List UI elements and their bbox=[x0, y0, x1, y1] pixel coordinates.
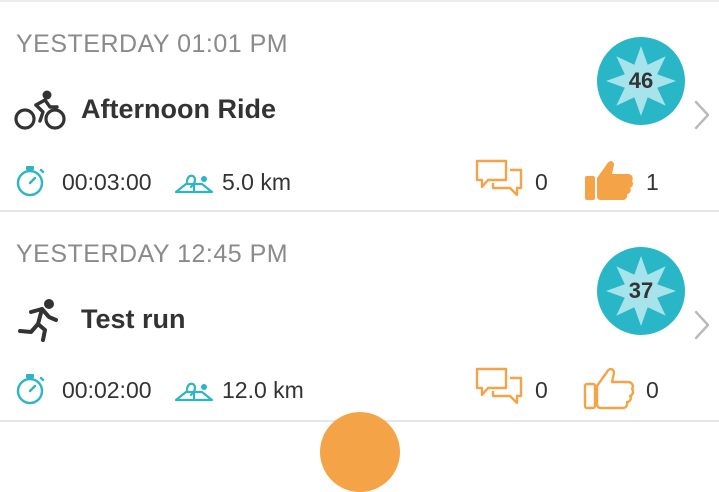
activity-card[interactable]: YESTERDAY 01:01 PM Afternoon Ride 46 00:… bbox=[0, 2, 719, 212]
distance-value: 12.0 km bbox=[222, 377, 304, 403]
likes-count: 1 bbox=[646, 169, 659, 195]
activity-title[interactable]: Afternoon Ride bbox=[81, 94, 276, 125]
activity-card[interactable]: YESTERDAY 12:45 PM Test run 37 00:02:00 … bbox=[0, 212, 719, 422]
running-icon bbox=[18, 299, 58, 342]
activity-timestamp: YESTERDAY 12:45 PM bbox=[16, 240, 289, 268]
stopwatch-icon bbox=[16, 374, 45, 405]
likes-count: 0 bbox=[646, 377, 659, 403]
distance-value: 5.0 km bbox=[222, 169, 292, 195]
duration-value: 00:03:00 bbox=[62, 169, 152, 195]
comment-bubbles-icon[interactable] bbox=[474, 366, 524, 406]
duration-value: 00:02:00 bbox=[62, 377, 152, 403]
score-value: 46 bbox=[628, 68, 654, 93]
stopwatch-icon bbox=[16, 166, 45, 197]
activity-timestamp: YESTERDAY 01:01 PM bbox=[16, 30, 289, 58]
chevron-right-icon[interactable] bbox=[692, 98, 712, 132]
score-badge: 46 bbox=[595, 35, 687, 127]
score-value: 37 bbox=[628, 278, 654, 303]
thumbs-up-icon[interactable] bbox=[583, 364, 635, 410]
route-map-icon bbox=[174, 174, 214, 194]
activity-title[interactable]: Test run bbox=[81, 304, 186, 335]
route-map-icon bbox=[174, 382, 214, 402]
bicycle-icon bbox=[14, 90, 66, 130]
comments-count: 0 bbox=[535, 169, 548, 195]
thumbs-up-icon[interactable] bbox=[583, 156, 635, 202]
floating-action-button[interactable] bbox=[320, 412, 400, 492]
comments-count: 0 bbox=[535, 377, 548, 403]
comment-bubbles-icon[interactable] bbox=[474, 158, 524, 198]
score-badge: 37 bbox=[595, 245, 687, 337]
chevron-right-icon[interactable] bbox=[692, 308, 712, 342]
